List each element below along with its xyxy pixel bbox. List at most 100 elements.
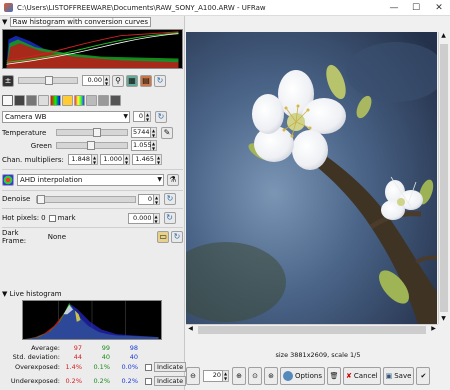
denoise-spin-arrows[interactable]: ▲ ▼: [154, 193, 160, 205]
underexposed-blue: 0.2%: [121, 377, 138, 385]
exposure-slider[interactable]: [18, 76, 78, 85]
hot-pixels-threshold-input[interactable]: 0.000: [127, 212, 154, 224]
zoom-input[interactable]: 20: [203, 370, 223, 382]
auto-exposure-icon[interactable]: ⚲: [112, 74, 124, 87]
delete-icon[interactable]: 🗑: [327, 367, 342, 385]
dark-frame-row: Dark Frame: None ▭ ↻: [2, 228, 183, 245]
tab-wb-icon[interactable]: [2, 95, 13, 106]
tab-save-icon[interactable]: [98, 95, 109, 106]
scroll-down-icon[interactable]: ▼: [439, 315, 448, 324]
tab-corrections-icon[interactable]: [62, 95, 73, 106]
temperature-spin-arrows[interactable]: ▲ ▼: [151, 127, 157, 138]
denoise-input[interactable]: 0: [138, 193, 154, 205]
hot-pixels-label: Hot pixels:: [2, 214, 40, 222]
scroll-left-icon[interactable]: ◀: [186, 325, 195, 334]
folder-icon[interactable]: ▭: [157, 230, 170, 243]
indicate-overexposed-checkbox[interactable]: [145, 364, 152, 371]
tab-exif-icon[interactable]: [110, 95, 121, 106]
temperature-slider[interactable]: [56, 128, 128, 137]
wb-fine-spin-arrows[interactable]: ▲ ▼: [145, 111, 151, 122]
horizontal-scrollbar[interactable]: ◀ ▶: [186, 324, 438, 335]
options-button[interactable]: Options: [280, 367, 326, 385]
interpolation-combo[interactable]: AHD interpolation ▼: [17, 173, 164, 186]
expander-arrow-icon: ▼: [2, 18, 8, 26]
scroll-thumb[interactable]: [440, 44, 448, 312]
indicate-underexposed-checkbox[interactable]: [145, 378, 152, 385]
raw-histogram-expander[interactable]: ▼ Raw histogram with conversion curves: [2, 17, 152, 27]
minimize-button[interactable]: —: [383, 0, 405, 16]
temperature-row: Temperature 5744 ▲ ▼ ✎: [2, 126, 183, 139]
live-histogram-expander[interactable]: ▼ Live histogram: [2, 290, 62, 298]
preview-image[interactable]: [186, 32, 437, 324]
save-button[interactable]: ▣ Save: [382, 367, 415, 385]
maximize-button[interactable]: ☐: [405, 0, 427, 16]
scroll-up-icon[interactable]: ▲: [439, 32, 448, 41]
ufraw-app-icon: [4, 3, 13, 12]
chan-red-spin-arrows[interactable]: ▲ ▼: [92, 154, 98, 165]
wb-tools-icon[interactable]: ▦: [126, 74, 138, 87]
tab-lightness-icon[interactable]: [74, 95, 85, 106]
exposure-input[interactable]: 0.00: [82, 75, 104, 86]
eyedropper-icon[interactable]: ✎: [161, 126, 173, 139]
zoom-100-icon[interactable]: ⊛: [264, 367, 278, 385]
hot-pixels-spin-arrows[interactable]: ▲ ▼: [153, 212, 160, 224]
close-button[interactable]: ✕: [428, 0, 450, 16]
chan-green-spin-arrows[interactable]: ▲ ▼: [124, 154, 130, 165]
options-icon: [283, 371, 293, 381]
exposure-clip-icon[interactable]: ▤: [140, 74, 152, 87]
chan-multiplier-green[interactable]: 1.000: [100, 154, 124, 165]
scroll-right-icon[interactable]: ▶: [429, 325, 438, 334]
smoothing-icon[interactable]: ⚗: [167, 173, 179, 186]
wb-preset-combo[interactable]: Camera WB ▼: [2, 110, 130, 123]
zoom-out-icon[interactable]: ⊖: [186, 367, 200, 385]
tab-color-mgmt-icon[interactable]: [50, 95, 61, 106]
tab-grayscale-icon[interactable]: [14, 95, 25, 106]
h-scroll-thumb[interactable]: [198, 326, 426, 334]
underexposed-label: Underexposed:: [10, 377, 60, 385]
average-label: Average:: [31, 344, 60, 352]
wb-fine-tune-input[interactable]: 0: [133, 111, 145, 122]
stddev-row: Std. deviation: 44 40 40: [2, 353, 183, 362]
tool-tabs: [2, 94, 183, 107]
underexposed-green: 0.2%: [93, 377, 110, 385]
overexposed-blue: 0.0%: [121, 363, 138, 371]
average-blue: 98: [129, 344, 138, 352]
dark-frame-value: None: [47, 232, 67, 241]
zoom-spin-arrows[interactable]: ▲ ▼: [223, 370, 229, 382]
green-input[interactable]: 1.055: [131, 140, 152, 151]
tab-lensfun-icon[interactable]: [26, 95, 37, 106]
send-to-gimp-icon[interactable]: ✔: [416, 367, 431, 385]
dark-frame-label: Dark Frame:: [2, 228, 27, 245]
zoom-fit-icon[interactable]: ⊙: [248, 367, 262, 385]
green-spin-arrows[interactable]: ▲ ▼: [151, 140, 157, 151]
indicate-overexposed-button[interactable]: Indicate: [154, 362, 187, 372]
vertical-scrollbar[interactable]: ▲ ▼: [438, 32, 449, 324]
temperature-input[interactable]: 5744: [131, 127, 151, 138]
tab-base-curve-icon[interactable]: [38, 95, 49, 106]
chan-multiplier-blue[interactable]: 1.465: [132, 154, 156, 165]
reset-denoise-icon[interactable]: ↻: [164, 193, 176, 205]
zoom-in-icon[interactable]: ⊕: [232, 367, 246, 385]
cancel-button[interactable]: ✘ Cancel: [343, 367, 381, 385]
exposure-spin-arrows[interactable]: ▲ ▼: [104, 75, 110, 86]
reset-dark-frame-icon[interactable]: ↻: [171, 230, 183, 243]
divider: [2, 169, 183, 170]
raw-histogram: [2, 29, 183, 69]
interpolation-row: AHD interpolation ▼ ⚗: [2, 173, 183, 186]
temperature-label: Temperature: [2, 128, 47, 137]
reset-wb-icon[interactable]: ↻: [155, 110, 167, 123]
chan-multiplier-red[interactable]: 1.848: [68, 154, 92, 165]
chan-blue-spin-arrows[interactable]: ▲ ▼: [156, 154, 162, 165]
reset-exposure-icon[interactable]: ↻: [154, 74, 166, 87]
cherry-blossom-photo: [186, 32, 437, 324]
chan-multipliers-row: Chan. multipliers: 1.848 ▲ ▼ 1.000 ▲ ▼ 1.465…: [2, 154, 183, 165]
average-row: Average: 97 99 98: [2, 344, 183, 353]
green-slider[interactable]: [56, 141, 128, 150]
stddev-label: Std. deviation:: [12, 353, 60, 361]
denoise-slider[interactable]: [36, 194, 136, 204]
reset-hot-pixels-icon[interactable]: ↻: [163, 212, 176, 224]
tab-crop-icon[interactable]: [86, 95, 97, 106]
mark-checkbox[interactable]: [48, 214, 56, 222]
indicate-underexposed-button[interactable]: Indicate: [154, 376, 187, 386]
expander-arrow-icon: ▼: [2, 290, 8, 298]
